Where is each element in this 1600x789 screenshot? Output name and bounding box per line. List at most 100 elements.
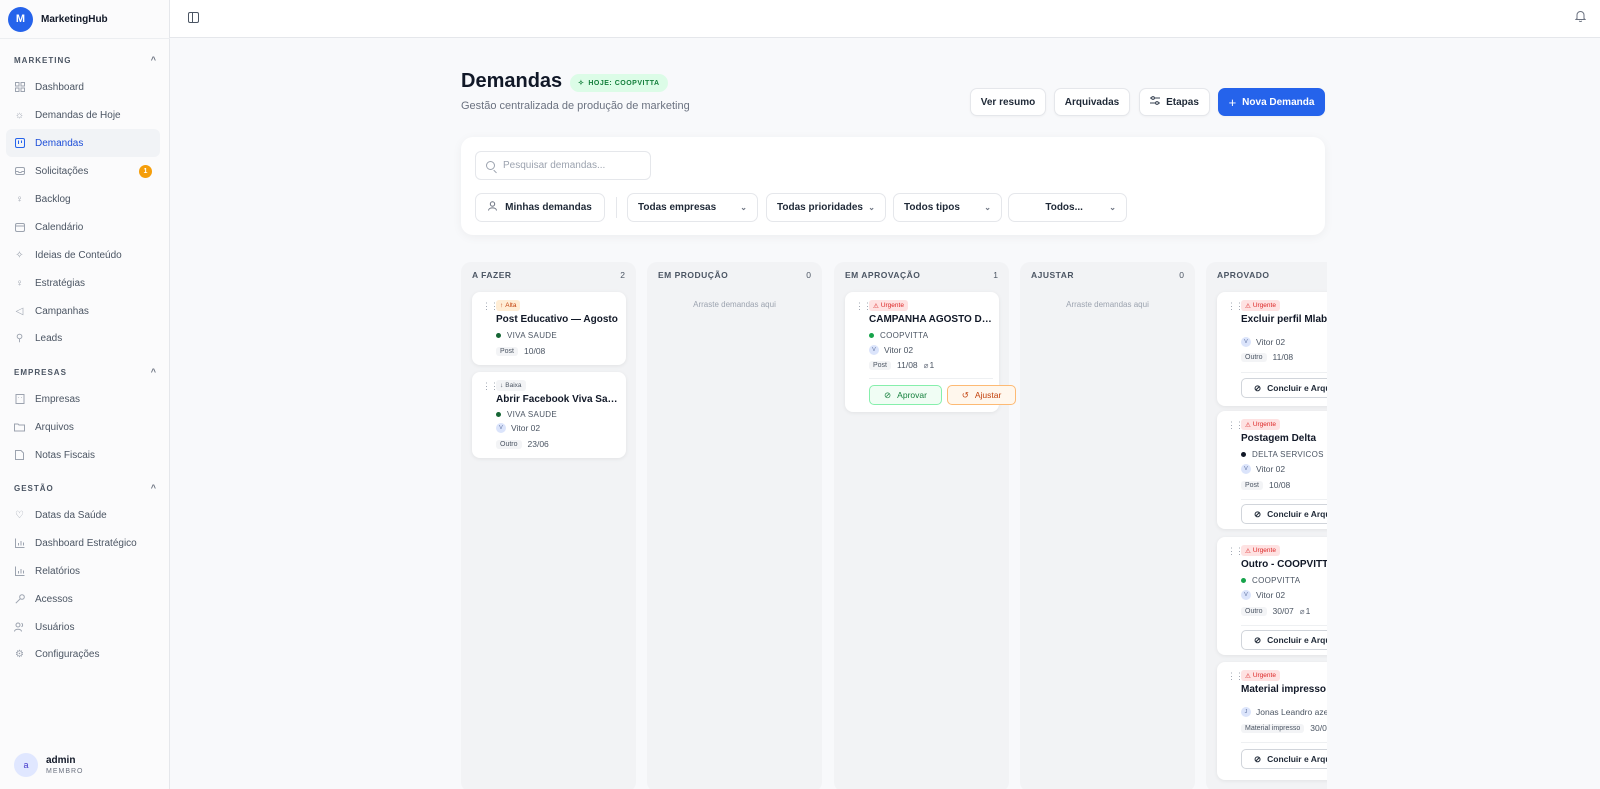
section-marketing[interactable]: MARKETING ^: [14, 55, 156, 65]
type-badge: Outro: [496, 439, 522, 449]
column-aprovado: APROVADO ⋮⋮ ⚠ Urgente Excluir perfil Mlab…: [1206, 262, 1327, 789]
filter-panel: Pesquisar demandas... Minhas demandas To…: [461, 137, 1325, 235]
inbox-icon: [14, 166, 25, 177]
check-circle-icon: ⊘: [1254, 753, 1262, 764]
sidebar-item-label: Demandas de Hoje: [35, 109, 121, 121]
complete-archive-button[interactable]: ⊘ Concluir e Arquivar: [1241, 749, 1327, 769]
summary-button-label: Ver resumo: [980, 96, 1036, 108]
priority-filter[interactable]: Todas prioridades ⌄: [766, 193, 886, 222]
empty-drop-zone[interactable]: Arraste demandas aqui: [1020, 300, 1195, 309]
sidebar-item-label: Ideias de Conteúdo: [35, 249, 122, 261]
card-title: Material impresso: [1241, 684, 1327, 695]
sidebar-item-ideias[interactable]: ✧ Ideias de Conteúdo: [6, 241, 160, 269]
sidebar-item-demandas-de-hoje[interactable]: ☼ Demandas de Hoje: [6, 101, 160, 129]
divider: [0, 38, 170, 39]
demand-card[interactable]: ⋮⋮ ⚠ Urgente Postagem Delta DELTA SERVICO…: [1217, 411, 1327, 529]
sidebar-item-configuracoes[interactable]: ⚙ Configurações: [6, 640, 160, 668]
brand[interactable]: M MarketingHub: [8, 5, 108, 33]
approve-button[interactable]: ⊘ Aprovar: [869, 385, 942, 405]
complete-archive-button[interactable]: ⊘ Concluir e Arquivar: [1241, 504, 1327, 524]
search-input[interactable]: Pesquisar demandas...: [475, 151, 651, 180]
demand-card[interactable]: ⋮⋮ ↓ Baixa Abrir Facebook Viva Saude VIVA…: [472, 372, 626, 458]
summary-button[interactable]: Ver resumo: [970, 88, 1046, 116]
check-circle-icon: ⊘: [1254, 634, 1262, 645]
sidebar-item-leads[interactable]: ⚲ Leads: [6, 324, 160, 352]
page-title: Demandas: [461, 70, 563, 92]
empty-drop-zone[interactable]: Arraste demandas aqui: [647, 300, 822, 309]
card-company: VIVA SAUDE: [496, 409, 557, 420]
adjust-button[interactable]: ↺ Ajustar: [947, 385, 1016, 405]
company-filter-value: Todas empresas: [638, 202, 717, 213]
demand-card[interactable]: ⋮⋮ ⚠ Urgente Outro - COOPVITTA COOPVITTA …: [1217, 537, 1327, 655]
card-meta: Post 10/08: [496, 345, 545, 357]
card-meta: Outro 23/06: [496, 438, 549, 450]
sidebar-item-label: Campanhas: [35, 305, 89, 317]
sidebar-item-relatorios[interactable]: Relatórios: [6, 557, 160, 585]
sidebar-item-dashboard-estrategico[interactable]: Dashboard Estratégico: [6, 529, 160, 557]
sidebar-item-dashboard[interactable]: Dashboard: [6, 73, 160, 101]
section-gestao[interactable]: GESTÃO ^: [14, 483, 156, 493]
sidebar-item-solicitacoes[interactable]: Solicitações 1: [6, 157, 160, 185]
sidebar-item-demandas[interactable]: Demandas: [6, 129, 160, 157]
sidebar-item-label: Notas Fiscais: [35, 449, 96, 461]
bulb-icon: ♀: [15, 193, 24, 205]
users-icon: [14, 622, 25, 633]
my-demands-button[interactable]: Minhas demandas: [475, 193, 605, 222]
avatar: V: [496, 422, 506, 433]
user-menu[interactable]: a admin MEMBRO: [14, 753, 84, 777]
demand-card[interactable]: ⋮⋮ ⚠ Urgente Excluir perfil Mlabs V Vitor …: [1217, 292, 1327, 406]
new-demand-button-label: Nova Demanda: [1242, 96, 1315, 108]
sidebar-item-label: Empresas: [35, 393, 81, 405]
sidebar-item-datas-da-saude[interactable]: ♡ Datas da Saúde: [6, 501, 160, 529]
sidebar-item-arquivos[interactable]: Arquivos: [6, 413, 160, 441]
card-company: VIVA SAUDE: [496, 330, 557, 341]
adjust-label: Ajustar: [974, 390, 1002, 400]
card-company: COOPVITTA: [869, 330, 928, 341]
sidebar-item-acessos[interactable]: Acessos: [6, 585, 160, 613]
type-badge: Post: [496, 346, 519, 356]
demand-card[interactable]: ⋮⋮ ↑ Alta Post Educativo — Agosto VIVA SA…: [472, 292, 626, 365]
arrow-down-icon: ↓: [500, 382, 504, 389]
archived-button[interactable]: Arquivadas: [1054, 88, 1130, 116]
paperclip-icon: ⌀: [1299, 606, 1305, 616]
complete-archive-label: Concluir e Arquivar: [1267, 754, 1327, 764]
stages-button[interactable]: Etapas: [1139, 88, 1210, 116]
plus-icon: +: [1228, 94, 1237, 110]
section-empresas[interactable]: EMPRESAS ^: [14, 367, 156, 377]
sidebar-item-campanhas[interactable]: ◁ Campanhas: [6, 297, 160, 325]
sidebar-item-empresas[interactable]: Empresas: [6, 385, 160, 413]
card-meta: Outro 11/08: [1241, 351, 1293, 363]
card-date: 30/07: [1310, 723, 1327, 733]
demand-card[interactable]: ⋮⋮ ⚠Urgente CAMPANHA AGOSTO DOURADO COOP…: [845, 292, 1016, 412]
divider: [1241, 372, 1327, 373]
sidebar-item-label: Dashboard Estratégico: [35, 537, 137, 549]
bell-icon[interactable]: [1574, 10, 1587, 25]
company-filter[interactable]: Todas empresas ⌄: [627, 193, 758, 222]
company-dot: [496, 412, 501, 417]
column-em-aprovacao: EM APROVAÇÃO 1 ⋮⋮ ⚠ Urgente CAMPANHA AGOS…: [834, 262, 1016, 789]
complete-archive-button[interactable]: ⊘ Concluir e Arquivar: [1241, 630, 1327, 650]
status-filter[interactable]: Todos... ⌄: [1008, 193, 1127, 222]
assignee-name: Vitor 02: [1256, 589, 1286, 600]
sidebar-item-calendario[interactable]: Calendário: [6, 213, 160, 241]
divider: [616, 197, 617, 218]
sidebar-item-estrategias[interactable]: ♀ Estratégias: [6, 269, 160, 297]
sidebar-item-usuarios[interactable]: Usuários: [6, 613, 160, 641]
complete-archive-label: Concluir e Arquivar: [1267, 509, 1327, 519]
complete-archive-label: Concluir e Arquivar: [1267, 383, 1327, 393]
card-title: Excluir perfil Mlabs: [1241, 314, 1327, 325]
sidebar-item-backlog[interactable]: ♀ Backlog: [6, 185, 160, 213]
sidebar-toggle-icon[interactable]: [188, 12, 199, 23]
type-filter[interactable]: Todos tipos ⌄: [893, 193, 1002, 222]
sidebar-item-notas-fiscais[interactable]: Notas Fiscais: [6, 441, 160, 469]
demand-card[interactable]: ⋮⋮ ⚠ Urgente Material impresso J Jonas Lea…: [1217, 662, 1327, 780]
new-demand-button[interactable]: + Nova Demanda: [1218, 88, 1325, 116]
status-filter-value: Todos...: [1045, 202, 1083, 213]
complete-archive-button[interactable]: ⊘ Concluir e Arquivar: [1241, 378, 1327, 398]
assignee-name: Vitor 02: [884, 344, 914, 355]
card-title: Postagem Delta: [1241, 433, 1317, 444]
column-count: 0: [806, 270, 811, 280]
priority-badge: ⚠ Urgente: [1241, 419, 1280, 430]
avatar: a: [14, 753, 38, 777]
type-badge: Material impresso: [1241, 723, 1305, 733]
